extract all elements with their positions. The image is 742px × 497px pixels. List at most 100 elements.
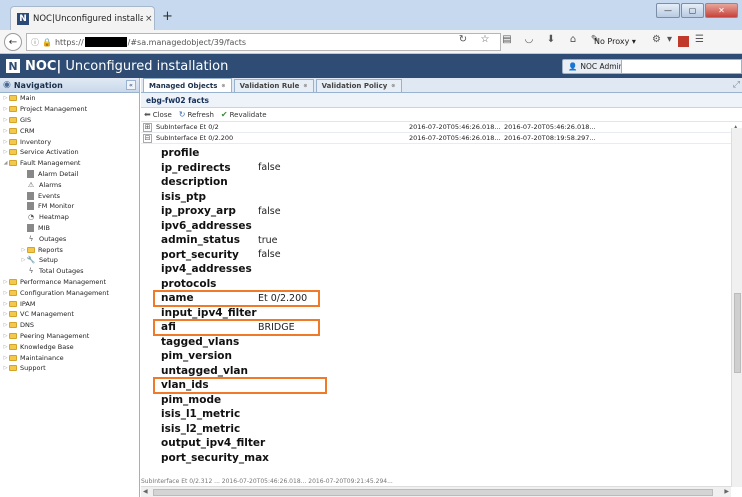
fact-row-pim-version: pim_version xyxy=(161,349,258,364)
nav-item-mib[interactable]: MIB xyxy=(0,223,139,234)
nav-item-label: CRM xyxy=(20,126,35,135)
download-icon[interactable]: ⬇ xyxy=(543,34,559,45)
info-icon[interactable]: ⓘ xyxy=(31,37,39,48)
nav-item-fault-management[interactable]: ◢ Fault Management xyxy=(0,158,139,169)
close-tab-icon[interactable]: × xyxy=(145,14,153,24)
folder-icon xyxy=(9,289,17,296)
expand-icon[interactable]: ⊞ xyxy=(143,122,152,132)
tab-managed-objects[interactable]: Managed Objects ⊗ xyxy=(143,78,232,92)
collapsed-arrow-icon[interactable]: ▷ xyxy=(20,247,27,253)
document-icon xyxy=(27,169,34,178)
nav-item-knowledge-base[interactable]: ▷ Knowledge Base xyxy=(0,341,139,352)
nav-item-maintainance[interactable]: ▷ Maintainance xyxy=(0,352,139,363)
collapsed-arrow-icon[interactable]: ▷ xyxy=(2,344,9,350)
window-close-button[interactable]: ✕ xyxy=(705,3,738,18)
browser-tab[interactable]: N NOC|Unconfigured installa... × xyxy=(10,6,155,30)
fact-key: profile xyxy=(161,147,200,160)
addon-red-icon[interactable] xyxy=(678,36,689,47)
nav-item-crm[interactable]: ▷ CRM xyxy=(0,125,139,136)
collapsed-arrow-icon[interactable]: ▷ xyxy=(2,106,9,112)
back-button[interactable]: ← xyxy=(4,33,22,51)
nav-item-vc-management[interactable]: ▷ VC Management xyxy=(0,309,139,320)
nav-item-gis[interactable]: ▷ GIS xyxy=(0,115,139,126)
close-tab-icon[interactable]: ⊗ xyxy=(221,83,225,89)
highlight-box-vlan-ids xyxy=(153,377,327,394)
nav-item-dns[interactable]: ▷ DNS xyxy=(0,320,139,331)
nav-item-label: Performance Management xyxy=(20,277,107,286)
app-search-input[interactable] xyxy=(621,59,742,74)
table-row[interactable]: ⊞ SubInterface Et 0/2 2016-07-20T05:46:26.… xyxy=(141,122,742,133)
reading-list-icon[interactable]: ▤ xyxy=(499,34,515,45)
nav-item-support[interactable]: ▷ Support xyxy=(0,363,139,374)
collapsed-arrow-icon[interactable]: ▷ xyxy=(2,355,9,361)
facts-detail: profile ip_redirects false description isis_… xyxy=(141,144,742,489)
fact-value: false xyxy=(258,162,281,174)
nav-item-inventory[interactable]: ▷ Inventory xyxy=(0,136,139,147)
home-icon[interactable]: ⌂ xyxy=(565,34,581,45)
bookmark-star-icon[interactable]: ☆ xyxy=(477,34,493,45)
table-row[interactable]: ⊟ SubInterface Et 0/2.200 2016-07-20T05:46… xyxy=(141,133,742,144)
window-maximize-button[interactable]: ▢ xyxy=(681,3,704,18)
nav-item-peering-management[interactable]: ▷ Peering Management xyxy=(0,331,139,342)
tab-validation-policy[interactable]: Validation Policy ⊗ xyxy=(315,79,402,92)
nav-item-main[interactable]: ▷ Main xyxy=(0,93,139,104)
collapsed-arrow-icon[interactable]: ▷ xyxy=(2,333,9,339)
collapsed-arrow-icon[interactable]: ▷ xyxy=(2,95,9,101)
addon-icon[interactable]: ⚙ xyxy=(652,34,661,47)
window-minimize-button[interactable]: — xyxy=(656,3,680,18)
horizontal-scrollbar[interactable]: ◀ ▶ xyxy=(141,486,731,497)
collapse-panel-button[interactable]: « xyxy=(126,80,136,90)
collapsed-arrow-icon[interactable]: ▷ xyxy=(2,290,9,296)
close-tab-icon[interactable]: ⊗ xyxy=(303,83,307,89)
collapse-icon[interactable]: ⊟ xyxy=(143,133,152,143)
collapsed-arrow-icon[interactable]: ▷ xyxy=(2,149,9,155)
scroll-right-icon[interactable]: ▶ xyxy=(724,488,729,495)
tab-validation-rule[interactable]: Validation Rule ⊗ xyxy=(233,79,314,92)
nav-item-performance-management[interactable]: ▷ Performance Management xyxy=(0,277,139,288)
nav-item-reports[interactable]: ▷ Reports xyxy=(0,244,139,255)
nav-item-heatmap[interactable]: ◔ Heatmap xyxy=(0,212,139,223)
nav-item-setup[interactable]: ▷ 🔧 Setup xyxy=(0,255,139,266)
revalidate-button[interactable]: ✔ Revalidate xyxy=(221,110,267,119)
expand-icon[interactable]: ⤢ xyxy=(733,80,740,90)
tab-label: Validation Policy xyxy=(321,82,388,90)
expanded-arrow-icon[interactable]: ◢ xyxy=(2,160,9,166)
nav-item-total-outages[interactable]: ϟ Total Outages xyxy=(0,266,139,277)
collapsed-arrow-icon[interactable]: ▷ xyxy=(2,139,9,145)
scroll-thumb[interactable] xyxy=(734,293,741,373)
close-tab-icon[interactable]: ⊗ xyxy=(391,83,395,89)
collapsed-arrow-icon[interactable]: ▷ xyxy=(2,301,9,307)
fact-key: ipv6_addresses xyxy=(161,219,252,232)
nav-item-ipam[interactable]: ▷ IPAM xyxy=(0,298,139,309)
scroll-left-icon[interactable]: ◀ xyxy=(143,488,148,495)
reload-icon[interactable]: ↻ xyxy=(455,34,471,45)
row-changed: 2016-07-20T08:19:58.297... xyxy=(504,134,596,142)
collapsed-arrow-icon[interactable]: ▷ xyxy=(2,311,9,317)
url-bar[interactable]: ⓘ 🔒 https:// /#sa.managedobject/39/facts xyxy=(26,33,501,51)
pocket-icon[interactable]: ◡ xyxy=(521,34,537,45)
nav-item-alarms[interactable]: ⚠ Alarms xyxy=(0,179,139,190)
nav-item-label: GIS xyxy=(20,115,32,124)
close-button[interactable]: ⬅ Close xyxy=(144,110,172,119)
collapsed-arrow-icon[interactable]: ▷ xyxy=(2,322,9,328)
nav-item-fm-monitor[interactable]: FM Monitor xyxy=(0,201,139,212)
nav-item-configuration-management[interactable]: ▷ Configuration Management xyxy=(0,287,139,298)
fact-value: false xyxy=(258,205,281,217)
collapsed-arrow-icon[interactable]: ▷ xyxy=(2,279,9,285)
nav-item-project-management[interactable]: ▷ Project Management xyxy=(0,104,139,115)
nav-item-service-activation[interactable]: ▷ Service Activation xyxy=(0,147,139,158)
nav-item-events[interactable]: Events xyxy=(0,190,139,201)
hamburger-menu-icon[interactable]: ☰ xyxy=(695,34,704,47)
new-tab-button[interactable]: + xyxy=(162,9,173,24)
collapsed-arrow-icon[interactable]: ▷ xyxy=(2,365,9,371)
nav-item-outages[interactable]: ϟ Outages xyxy=(0,233,139,244)
refresh-button[interactable]: ↻ Refresh xyxy=(179,110,214,119)
scroll-thumb[interactable] xyxy=(153,489,713,496)
addon-menu-icon[interactable]: ▾ xyxy=(667,34,672,47)
collapsed-arrow-icon[interactable]: ▷ xyxy=(2,128,9,134)
collapsed-arrow-icon[interactable]: ▷ xyxy=(2,117,9,123)
url-prefix: https:// xyxy=(54,37,84,47)
vertical-scrollbar[interactable] xyxy=(731,128,742,487)
nav-item-alarm-detail[interactable]: Alarm Detail xyxy=(0,169,139,180)
proxy-selector[interactable]: No Proxy ▾ xyxy=(594,37,636,46)
